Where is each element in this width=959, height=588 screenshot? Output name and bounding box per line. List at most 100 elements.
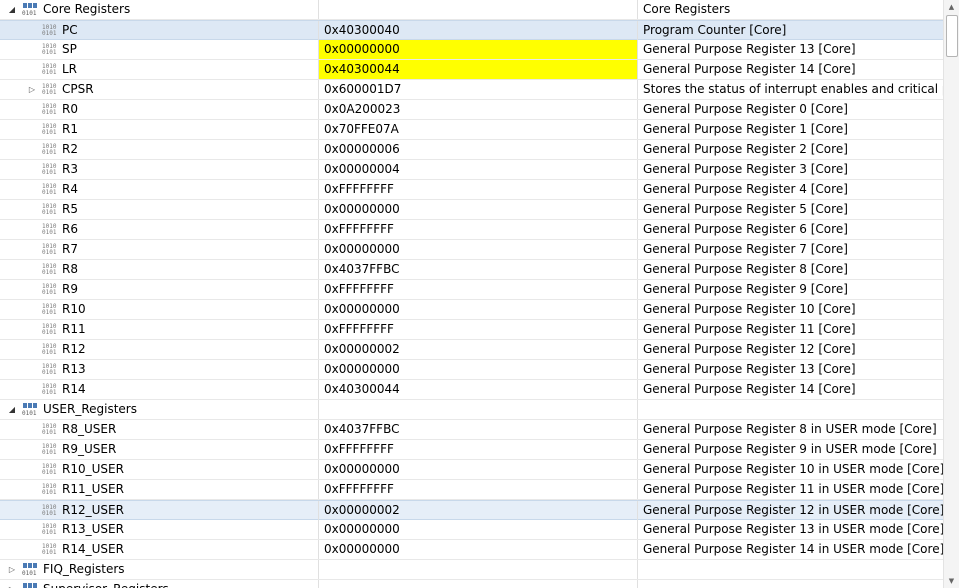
register-row-pc[interactable]: 1010 0101 PC 0x40300040 Program Counter [Cor… xyxy=(0,20,943,40)
register-value[interactable]: 0x00000000 xyxy=(318,200,637,219)
register-name: R9 xyxy=(62,282,78,296)
register-row-r6[interactable]: 1010 0101 R6 0xFFFFFFFF General Purpose Regi… xyxy=(0,220,943,240)
register-row-r13-user[interactable]: 1010 0101 R13_USER 0x00000000 General Purpos… xyxy=(0,520,943,540)
expanded-toggle-icon[interactable]: ◢ xyxy=(6,0,18,19)
name-cell: 1010 0101 R12_USER xyxy=(0,501,318,520)
register-description: General Purpose Register 10 in USER mode… xyxy=(637,460,943,479)
register-icon: 1010 0101 xyxy=(42,263,57,276)
register-name: R1 xyxy=(62,122,78,136)
register-value[interactable]: 0x600001D7 xyxy=(318,80,637,99)
scroll-up-icon[interactable]: ▲ xyxy=(944,0,959,14)
register-row-r10-user[interactable]: 1010 0101 R10_USER 0x00000000 General Purpos… xyxy=(0,460,943,480)
register-value[interactable]: 0x00000000 xyxy=(318,40,637,59)
name-cell: ▷ 1010 0101 CPSR xyxy=(0,80,318,99)
register-row-r13[interactable]: 1010 0101 R13 0x00000000 General Purpose Reg… xyxy=(0,360,943,380)
register-row-r7[interactable]: 1010 0101 R7 0x00000000 General Purpose Regi… xyxy=(0,240,943,260)
group-row-core-registers[interactable]: ◢ 0101 Core Registers Core Registers xyxy=(0,0,943,20)
group-row-user-registers[interactable]: ◢ 0101 USER_Registers xyxy=(0,400,943,420)
register-value[interactable]: 0x00000000 xyxy=(318,460,637,479)
register-icon: 1010 0101 xyxy=(42,463,57,476)
register-group-icon: 0101 xyxy=(22,562,38,577)
register-description: General Purpose Register 14 [Core] xyxy=(637,60,943,79)
register-value[interactable]: 0xFFFFFFFF xyxy=(318,180,637,199)
register-value[interactable]: 0xFFFFFFFF xyxy=(318,320,637,339)
register-value[interactable]: 0x00000000 xyxy=(318,300,637,319)
register-group-icon: 0101 xyxy=(22,2,38,17)
register-row-r5[interactable]: 1010 0101 R5 0x00000000 General Purpose Regi… xyxy=(0,200,943,220)
register-row-sp[interactable]: 1010 0101 SP 0x00000000 General Purpose Regi… xyxy=(0,40,943,60)
register-description: General Purpose Register 7 [Core] xyxy=(637,240,943,259)
register-value[interactable]: 0x00000000 xyxy=(318,240,637,259)
register-value[interactable]: 0xFFFFFFFF xyxy=(318,480,637,499)
register-row-r10[interactable]: 1010 0101 R10 0x00000000 General Purpose Reg… xyxy=(0,300,943,320)
register-name: R13 xyxy=(62,362,86,376)
register-row-r14-user[interactable]: 1010 0101 R14_USER 0x00000000 General Purpos… xyxy=(0,540,943,560)
register-row-r12[interactable]: 1010 0101 R12 0x00000002 General Purpose Reg… xyxy=(0,340,943,360)
register-name: R3 xyxy=(62,162,78,176)
name-cell: ◢ 0101 Core Registers xyxy=(0,0,318,19)
register-icon: 1010 0101 xyxy=(42,343,57,356)
register-value[interactable]: 0x40300044 xyxy=(318,60,637,79)
register-value[interactable]: 0x40300040 xyxy=(318,21,637,40)
register-value[interactable]: 0x4037FFBC xyxy=(318,420,637,439)
vertical-scrollbar[interactable]: ▲ ▼ xyxy=(943,0,959,588)
registers-tree[interactable]: ◢ 0101 Core Registers Core Registers 1010 010… xyxy=(0,0,943,588)
group-name: Supervisor_Registers xyxy=(43,580,169,588)
register-value[interactable]: 0x00000002 xyxy=(318,340,637,359)
register-description: General Purpose Register 11 in USER mode… xyxy=(637,480,943,499)
register-row-r9-user[interactable]: 1010 0101 R9_USER 0xFFFFFFFF General Purpose… xyxy=(0,440,943,460)
register-value[interactable]: 0x00000002 xyxy=(318,501,637,520)
register-value[interactable]: 0x0A200023 xyxy=(318,100,637,119)
register-row-r8-user[interactable]: 1010 0101 R8_USER 0x4037FFBC General Purpose… xyxy=(0,420,943,440)
register-value[interactable]: 0x4037FFBC xyxy=(318,260,637,279)
register-row-cpsr[interactable]: ▷ 1010 0101 CPSR 0x600001D7 Stores the status… xyxy=(0,80,943,100)
register-row-r9[interactable]: 1010 0101 R9 0xFFFFFFFF General Purpose Regi… xyxy=(0,280,943,300)
register-value[interactable]: 0x40300044 xyxy=(318,380,637,399)
register-name: SP xyxy=(62,42,77,56)
register-value[interactable]: 0x00000000 xyxy=(318,520,637,539)
group-row-fiq-registers[interactable]: ▷ 0101 FIQ_Registers xyxy=(0,560,943,580)
register-row-r14[interactable]: 1010 0101 R14 0x40300044 General Purpose Reg… xyxy=(0,380,943,400)
register-icon: 1010 0101 xyxy=(42,163,57,176)
register-row-r11-user[interactable]: 1010 0101 R11_USER 0xFFFFFFFF General Purpos… xyxy=(0,480,943,500)
register-icon: 1010 0101 xyxy=(42,303,57,316)
collapsed-toggle-icon[interactable]: ▷ xyxy=(26,80,38,99)
register-description: General Purpose Register 4 [Core] xyxy=(637,180,943,199)
register-value[interactable]: 0xFFFFFFFF xyxy=(318,440,637,459)
collapsed-toggle-icon[interactable]: ▷ xyxy=(6,580,18,588)
register-row-r0[interactable]: 1010 0101 R0 0x0A200023 General Purpose Regi… xyxy=(0,100,943,120)
name-cell: 1010 0101 R9 xyxy=(0,280,318,299)
name-cell: 1010 0101 R9_USER xyxy=(0,440,318,459)
register-description: General Purpose Register 2 [Core] xyxy=(637,140,943,159)
register-row-r3[interactable]: 1010 0101 R3 0x00000004 General Purpose Regi… xyxy=(0,160,943,180)
group-row-supervisor-registers[interactable]: ▷ 0101 Supervisor_Registers xyxy=(0,580,943,588)
register-row-r4[interactable]: 1010 0101 R4 0xFFFFFFFF General Purpose Regi… xyxy=(0,180,943,200)
register-value[interactable]: 0x00000000 xyxy=(318,540,637,559)
register-icon: 1010 0101 xyxy=(42,243,57,256)
register-value[interactable]: 0x70FFE07A xyxy=(318,120,637,139)
register-description: General Purpose Register 0 [Core] xyxy=(637,100,943,119)
scroll-down-icon[interactable]: ▼ xyxy=(944,574,959,588)
register-row-r8[interactable]: 1010 0101 R8 0x4037FFBC General Purpose Regi… xyxy=(0,260,943,280)
register-value[interactable]: 0xFFFFFFFF xyxy=(318,280,637,299)
register-value[interactable]: 0x00000006 xyxy=(318,140,637,159)
scrollbar-thumb[interactable] xyxy=(946,15,958,57)
register-icon: 1010 0101 xyxy=(42,483,57,496)
register-row-r2[interactable]: 1010 0101 R2 0x00000006 General Purpose Regi… xyxy=(0,140,943,160)
name-cell: 1010 0101 R6 xyxy=(0,220,318,239)
register-description: General Purpose Register 14 [Core] xyxy=(637,380,943,399)
register-value[interactable]: 0x00000004 xyxy=(318,160,637,179)
register-description: General Purpose Register 11 [Core] xyxy=(637,320,943,339)
register-value[interactable]: 0xFFFFFFFF xyxy=(318,220,637,239)
collapsed-toggle-icon[interactable]: ▷ xyxy=(6,560,18,579)
expanded-toggle-icon[interactable]: ◢ xyxy=(6,400,18,419)
register-group-icon: 0101 xyxy=(22,402,38,417)
register-row-r12-user[interactable]: 1010 0101 R12_USER 0x00000002 General Purpos… xyxy=(0,500,943,520)
register-row-r1[interactable]: 1010 0101 R1 0x70FFE07A General Purpose Regi… xyxy=(0,120,943,140)
register-row-r11[interactable]: 1010 0101 R11 0xFFFFFFFF General Purpose Reg… xyxy=(0,320,943,340)
register-name: R10 xyxy=(62,302,86,316)
register-row-lr[interactable]: 1010 0101 LR 0x40300044 General Purpose Regi… xyxy=(0,60,943,80)
group-value-cell xyxy=(318,0,637,19)
register-icon: 1010 0101 xyxy=(42,103,57,116)
register-value[interactable]: 0x00000000 xyxy=(318,360,637,379)
